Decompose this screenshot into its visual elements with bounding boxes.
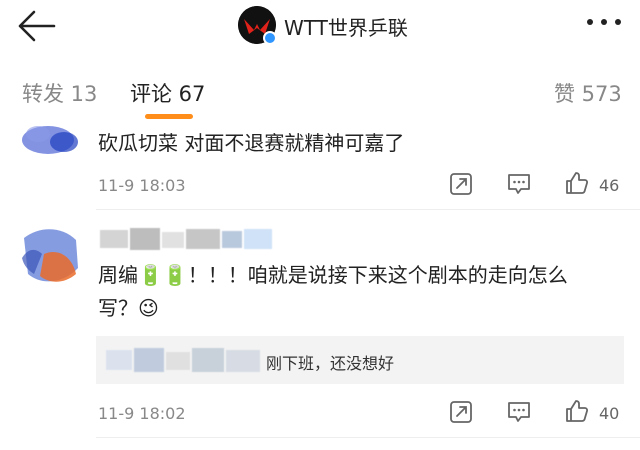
tab-bar: 转发 13 评论 67 [0, 70, 640, 122]
avatar[interactable] [18, 112, 88, 162]
account-title[interactable]: WTT世界乒联 [284, 12, 408, 41]
verified-badge-icon [263, 31, 277, 45]
comment-text-line-2: 写？😉 [98, 296, 159, 320]
comment-icon[interactable] [506, 171, 532, 197]
top-bar: WTT世界乒联 [0, 0, 640, 52]
share-icon[interactable] [448, 399, 474, 425]
reply-text: 刚下班，还没想好 [266, 354, 395, 373]
divider [96, 437, 640, 438]
username-redacted[interactable] [100, 226, 272, 252]
tab-likes[interactable]: 赞 573 [554, 78, 622, 108]
comment-time: 11-9 18:03 [98, 176, 186, 195]
avatar[interactable] [14, 218, 88, 292]
reply-username-redacted[interactable] [106, 342, 262, 378]
more-dots-icon[interactable] [583, 10, 627, 38]
thumb-up-icon[interactable] [564, 170, 590, 196]
comment-text-line-1: 周编🔋🔋！！！咱就是说接下来这个剧本的走向怎么 [98, 263, 568, 287]
tab-comments[interactable]: 评论 67 [130, 78, 205, 108]
active-tab-indicator [145, 114, 193, 119]
thumb-up-icon[interactable] [564, 398, 590, 424]
divider [96, 209, 640, 210]
back-arrow-icon[interactable] [14, 8, 58, 44]
share-icon[interactable] [448, 171, 474, 197]
tab-reposts[interactable]: 转发 13 [22, 78, 97, 108]
like-count: 46 [599, 176, 620, 195]
comment-time: 11-9 18:02 [98, 404, 186, 423]
like-count: 40 [599, 404, 620, 423]
comment-text: 砍瓜切菜 对面不退赛就精神可嘉了 [98, 131, 405, 155]
comment-icon[interactable] [506, 399, 532, 425]
